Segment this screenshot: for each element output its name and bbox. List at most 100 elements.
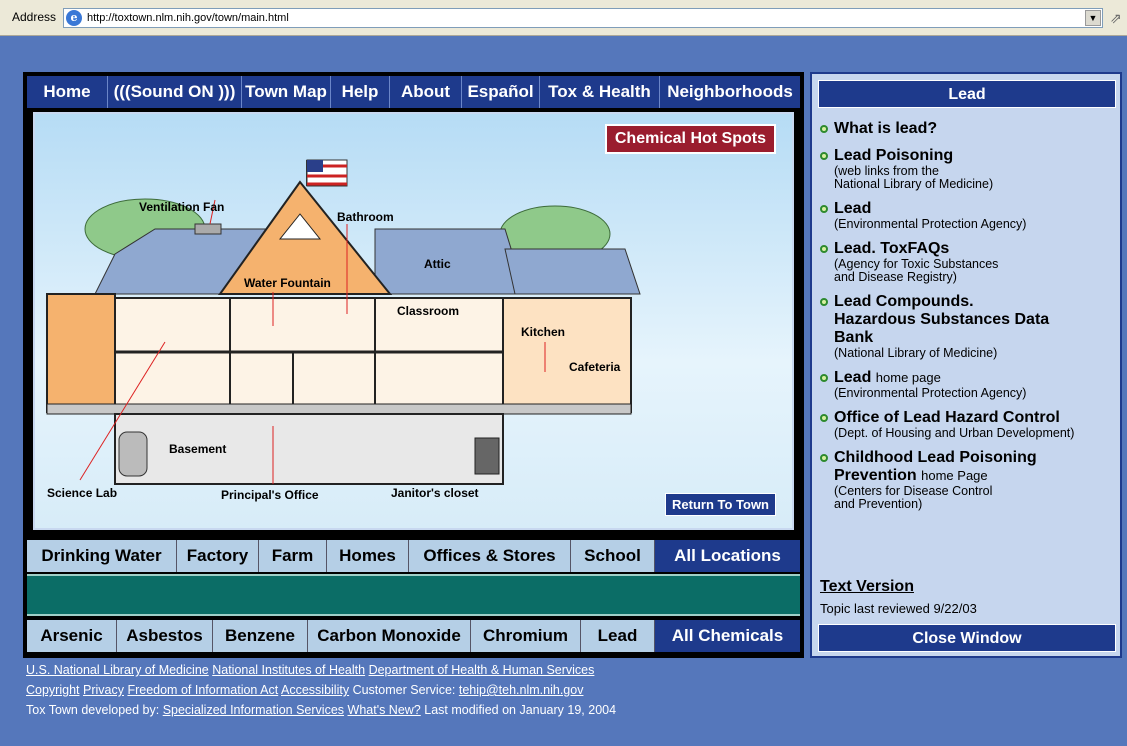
footer-line-1: U.S. National Library of Medicine Nation… (26, 660, 616, 680)
go-icon[interactable]: ⇗ (1110, 10, 1122, 27)
chemical-benzene[interactable]: Benzene (213, 620, 308, 652)
location-offices-stores[interactable]: Offices & Stores (409, 540, 571, 572)
link-desc: (National Library of Medicine) (834, 346, 998, 360)
footer-line-2: Copyright Privacy Freedom of Information… (26, 680, 616, 700)
location-all[interactable]: All Locations (655, 540, 800, 572)
location-homes[interactable]: Homes (327, 540, 409, 572)
bullet-icon (820, 205, 828, 213)
chemical-lead[interactable]: Lead (581, 620, 655, 652)
return-to-town-button[interactable]: Return To Town (665, 493, 776, 516)
label-science-lab[interactable]: Science Lab (47, 486, 117, 500)
label-cafeteria[interactable]: Cafeteria (569, 360, 620, 374)
label-attic[interactable]: Attic (424, 257, 451, 271)
last-modified: Last modified on January 19, 2004 (424, 703, 617, 717)
label-water-fountain[interactable]: Water Fountain (244, 276, 331, 290)
list-item[interactable]: Childhood Lead Poisoning Prevention home… (820, 449, 1120, 511)
top-nav: Home (((Sound ON ))) Town Map Help About… (27, 76, 800, 108)
bullet-icon (820, 454, 828, 462)
lead-panel: Lead What is lead? Lead Poisoning (web l… (810, 72, 1122, 658)
chemical-asbestos[interactable]: Asbestos (117, 620, 213, 652)
customer-service-email[interactable]: tehip@teh.nlm.nih.gov (459, 683, 584, 697)
link-title-row[interactable]: Childhood Lead Poisoning Prevention home… (834, 449, 1064, 485)
list-item[interactable]: Lead home page (Environmental Protection… (820, 369, 1120, 400)
ventilation-fan (194, 223, 222, 235)
footer-link-nih[interactable]: National Institutes of Health (212, 663, 365, 677)
chevron-down-icon[interactable]: ▼ (1085, 10, 1101, 26)
list-item[interactable]: Lead. ToxFAQs (Agency for Toxic Substanc… (820, 240, 1120, 284)
chemical-all[interactable]: All Chemicals (655, 620, 800, 652)
label-janitors-closet[interactable]: Janitor's closet (391, 486, 479, 500)
bullet-icon (820, 298, 828, 306)
bullet-icon (820, 245, 828, 253)
address-bar: Address e http://toxtown.nlm.nih.gov/tow… (0, 0, 1127, 36)
nav-home[interactable]: Home (27, 76, 108, 108)
chemicals-nav: Arsenic Asbestos Benzene Carbon Monoxide… (27, 620, 800, 652)
location-factory[interactable]: Factory (177, 540, 259, 572)
close-window-button[interactable]: Close Window (818, 624, 1116, 652)
bullet-icon (820, 152, 828, 160)
nav-neighborhoods[interactable]: Neighborhoods (660, 76, 800, 108)
nav-help[interactable]: Help (331, 76, 390, 108)
footer-link-nlm[interactable]: U.S. National Library of Medicine (26, 663, 209, 677)
link-title[interactable]: Lead Compounds. Hazardous Substances Dat… (834, 293, 1054, 347)
chemical-carbon-monoxide[interactable]: Carbon Monoxide (308, 620, 471, 652)
chemical-chromium[interactable]: Chromium (471, 620, 581, 652)
text-version-link[interactable]: Text Version (820, 578, 914, 596)
link-title-row[interactable]: Lead home page (834, 369, 1120, 387)
floor-slab (46, 403, 632, 415)
nav-espanol[interactable]: Español (462, 76, 540, 108)
link-title[interactable]: Lead (834, 200, 1120, 218)
list-item[interactable]: Lead Poisoning (web links from the Natio… (820, 147, 1120, 191)
list-item[interactable]: What is lead? (820, 120, 1120, 138)
link-title[interactable]: Office of Lead Hazard Control (834, 409, 1120, 427)
link-suffix: home page (875, 370, 941, 385)
label-ventilation-fan[interactable]: Ventilation Fan (139, 200, 224, 214)
footer-link-accessibility[interactable]: Accessibility (281, 683, 349, 697)
location-farm[interactable]: Farm (259, 540, 327, 572)
list-item[interactable]: Lead (Environmental Protection Agency) (820, 200, 1120, 231)
developed-by-label: Tox Town developed by: (26, 703, 160, 717)
roof-far-right (504, 248, 641, 295)
link-title[interactable]: What is lead? (834, 120, 1120, 138)
nav-about[interactable]: About (390, 76, 462, 108)
customer-service-label: Customer Service: (352, 683, 456, 697)
location-drinking-water[interactable]: Drinking Water (27, 540, 177, 572)
list-item[interactable]: Office of Lead Hazard Control (Dept. of … (820, 409, 1120, 440)
link-desc: and Disease Registry) (834, 270, 957, 284)
locations-nav: Drinking Water Factory Farm Homes Office… (27, 540, 800, 572)
chemical-arsenic[interactable]: Arsenic (27, 620, 117, 652)
label-principals-office[interactable]: Principal's Office (221, 488, 319, 502)
bullet-icon (820, 414, 828, 422)
school-scene: Chemical Hot Spots Ventilation Fan Bathr… (33, 112, 794, 530)
school-illustration (46, 159, 641, 485)
label-kitchen[interactable]: Kitchen (521, 325, 565, 339)
address-url: http://toxtown.nlm.nih.gov/town/main.htm… (87, 12, 289, 24)
link-title[interactable]: Lead Poisoning (834, 147, 1120, 165)
label-classroom[interactable]: Classroom (397, 304, 459, 318)
footer-link-sis[interactable]: Specialized Information Services (163, 703, 344, 717)
footer-link-foia[interactable]: Freedom of Information Act (127, 683, 278, 697)
label-bathroom[interactable]: Bathroom (337, 210, 394, 224)
label-basement[interactable]: Basement (169, 442, 226, 456)
footer-link-whats-new[interactable]: What's New? (348, 703, 421, 717)
nav-town-map[interactable]: Town Map (242, 76, 331, 108)
link-desc: (Environmental Protection Agency) (834, 386, 1027, 400)
nav-sound-toggle[interactable]: (((Sound ON ))) (108, 76, 242, 108)
chemical-hot-spots-button[interactable]: Chemical Hot Spots (604, 124, 776, 154)
footer-link-copyright[interactable]: Copyright (26, 683, 80, 697)
link-desc: National Library of Medicine) (834, 177, 994, 191)
link-title[interactable]: Lead (834, 369, 871, 386)
footer-link-privacy[interactable]: Privacy (83, 683, 124, 697)
footer-link-hhs[interactable]: Department of Health & Human Services (369, 663, 595, 677)
location-school[interactable]: School (571, 540, 655, 572)
wing-left (46, 293, 116, 413)
wing-right (502, 297, 632, 413)
nav-tox-health[interactable]: Tox & Health (540, 76, 660, 108)
link-desc: (Environmental Protection Agency) (834, 217, 1027, 231)
link-title[interactable]: Lead. ToxFAQs (834, 240, 1120, 258)
bullet-icon (820, 125, 828, 133)
panel-title: Lead (818, 80, 1116, 108)
main-panel: Home (((Sound ON ))) Town Map Help About… (23, 72, 804, 658)
address-input[interactable]: e http://toxtown.nlm.nih.gov/town/main.h… (63, 8, 1103, 28)
list-item[interactable]: Lead Compounds. Hazardous Substances Dat… (820, 293, 1120, 360)
